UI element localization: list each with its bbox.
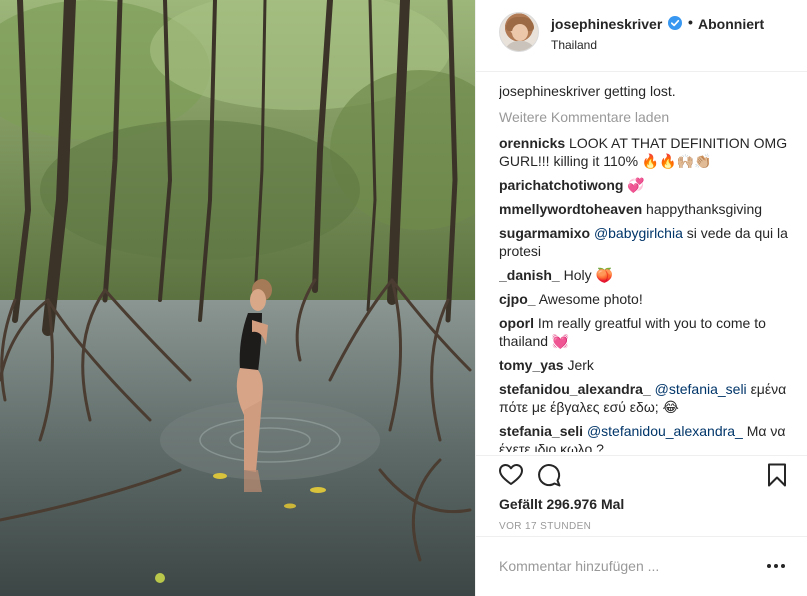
comments-list[interactable]: josephineskriver getting lost. Weitere K… [499,82,789,452]
comment-text: Jerk [567,357,594,373]
post-caption: josephineskriver getting lost. [499,82,789,100]
post-header: josephineskriver • Abonniert Thailand [476,0,807,72]
load-more-comments-link[interactable]: Weitere Kommentare laden [499,108,789,126]
follow-status-button[interactable]: Abonniert [698,16,764,32]
comment-bubble-icon[interactable] [536,462,562,488]
comment-mention-link[interactable]: @stefania_seli [655,381,747,397]
comment-item: mmellywordtoheaven happythanksgiving [499,200,789,218]
caption-text: getting lost. [604,83,676,99]
comment-item: oporl Im really greatful with you to com… [499,314,789,350]
comment-text: Holy 🍑 [563,267,613,283]
mangrove-forest-photo [0,0,475,596]
comment-username[interactable]: tomy_yas [499,357,564,373]
comment-username[interactable]: oporl [499,315,534,331]
comment-item: stefania_seli @stefanidou_alexandra_ Μα … [499,422,789,452]
instagram-post: josephineskriver • Abonniert Thailand jo… [0,0,807,596]
post-photo[interactable] [0,0,475,596]
comment-username[interactable]: sugarmamixo [499,225,590,241]
heart-icon[interactable] [498,462,524,488]
comment-item: orennicks LOOK AT THAT DEFINITION OMG GU… [499,134,789,170]
comment-input[interactable] [499,555,749,577]
comment-username[interactable]: orennicks [499,135,565,151]
comment-mention-link[interactable]: @babygirlchia [594,225,683,241]
comment-item: cjpo_ Awesome photo! [499,290,789,308]
comment-username[interactable]: parichatchotiwong [499,177,623,193]
comment-username[interactable]: mmellywordtoheaven [499,201,642,217]
comment-text: Im really greatful with you to come to t… [499,315,766,349]
comment-text: happythanksgiving [646,201,763,217]
post-timestamp: VOR 17 STUNDEN [499,521,592,532]
comment-username[interactable]: stefania_seli [499,423,583,439]
comment-text: 💞 [627,177,645,193]
post-details: josephineskriver • Abonniert Thailand jo… [475,0,807,596]
comment-item: parichatchotiwong 💞 [499,176,789,194]
avatar[interactable] [499,12,539,52]
username-link[interactable]: josephineskriver [551,16,662,32]
bookmark-icon[interactable] [764,462,790,488]
comment-username[interactable]: cjpo_ [499,291,536,307]
comment-item: tomy_yas Jerk [499,356,789,374]
more-options-icon[interactable] [767,559,787,573]
add-comment-section [476,536,807,596]
comment-username[interactable]: stefanidou_alexandra_ [499,381,651,397]
comment-item: _danish_ Holy 🍑 [499,266,789,284]
likes-count[interactable]: Gefällt 296.976 Mal [499,496,624,512]
caption-username[interactable]: josephineskriver [499,83,600,99]
comment-item: stefanidou_alexandra_ @stefania_seli εμέ… [499,380,789,416]
comment-username[interactable]: _danish_ [499,267,560,283]
comment-item: sugarmamixo @babygirlchia si vede da qui… [499,224,789,260]
comment-mention-link[interactable]: @stefanidou_alexandra_ [587,423,743,439]
comment-text: Awesome photo! [538,291,643,307]
separator-dot: • [688,14,693,30]
verified-badge-icon [668,16,682,30]
location-link[interactable]: Thailand [551,38,597,52]
